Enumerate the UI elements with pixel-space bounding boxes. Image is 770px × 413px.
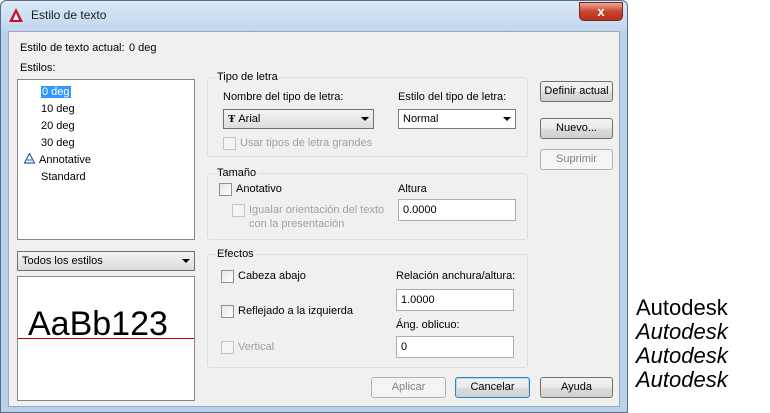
- vertical-label: Vertical: [238, 341, 275, 353]
- height-input[interactable]: 0.0000: [398, 199, 516, 221]
- dialog-body: Estilo de texto actual: 0 deg Estilos: 0…: [8, 31, 620, 407]
- current-style-label: Estilo de texto actual:: [20, 42, 125, 54]
- annotative-checkbox[interactable]: [219, 183, 232, 196]
- chevron-down-icon: [503, 117, 511, 121]
- backwards-checkbox[interactable]: [221, 305, 234, 318]
- font-name-value: Ŧ Arial: [228, 113, 261, 125]
- styles-filter-value: Todos los estilos: [22, 255, 103, 267]
- font-style-label: Estilo del tipo de letra:: [398, 91, 507, 103]
- annotative-label: Anotativo: [236, 183, 282, 195]
- font-name-dropdown[interactable]: Ŧ Arial: [223, 109, 374, 129]
- font-style-dropdown[interactable]: Normal: [398, 109, 516, 129]
- text-style-dialog: Estilo de texto x Estilo de texto actual…: [0, 0, 628, 413]
- width-factor-label: Relación anchura/altura:: [396, 270, 516, 282]
- oblique-angle-value: 0: [401, 341, 408, 353]
- height-label: Altura: [398, 183, 427, 195]
- style-item-20-deg[interactable]: 20 deg: [41, 118, 75, 134]
- font-style-value: Normal: [403, 113, 439, 125]
- style-item-0-deg[interactable]: 0 deg: [41, 84, 71, 100]
- set-current-button[interactable]: Definir actual: [540, 81, 613, 102]
- chevron-down-icon: [182, 259, 190, 263]
- style-item-annotative[interactable]: Annotative: [23, 152, 91, 168]
- font-samples: Autodesk Autodesk Autodesk Autodesk: [636, 296, 766, 392]
- apply-button[interactable]: Aplicar: [371, 377, 446, 398]
- sample-italic-2: Autodesk: [636, 343, 728, 368]
- height-value: 0.0000: [403, 204, 437, 216]
- font-group-title: Tipo de letra: [215, 71, 280, 83]
- window-title: Estilo de texto: [31, 8, 107, 22]
- sample-italic-1: Autodesk: [636, 319, 728, 344]
- style-item-standard[interactable]: Standard: [41, 169, 86, 185]
- match-orientation-checkbox[interactable]: [232, 204, 245, 217]
- annotative-icon: [23, 152, 36, 164]
- backwards-label: Reflejado a la izquierda: [238, 305, 353, 317]
- effects-group-title: Efectos: [215, 248, 256, 260]
- upside-down-label: Cabeza abajo: [238, 270, 306, 282]
- vertical-checkbox[interactable]: [221, 341, 234, 354]
- current-style-value: 0 deg: [129, 42, 157, 54]
- sample-italic-3: Autodesk: [636, 367, 728, 392]
- effects-group: Efectos Cabeza abajo Reflejado a la izqu…: [207, 248, 528, 368]
- styles-filter-dropdown[interactable]: Todos los estilos: [17, 251, 195, 271]
- font-group: Tipo de letra Nombre del tipo de letra: …: [207, 71, 528, 157]
- autocad-app-icon: [9, 8, 23, 22]
- cancel-button[interactable]: Cancelar: [455, 377, 530, 398]
- sample-regular: Autodesk: [636, 295, 728, 320]
- delete-button[interactable]: Suprimir: [540, 149, 613, 170]
- match-orientation-label-line2: con la presentación: [249, 218, 345, 230]
- new-button[interactable]: Nuevo...: [540, 118, 613, 139]
- help-button[interactable]: Ayuda: [540, 377, 613, 398]
- style-item-10-deg[interactable]: 10 deg: [41, 101, 75, 117]
- size-group-title: Tamaño: [215, 167, 259, 179]
- styles-label: Estilos:: [20, 62, 56, 74]
- styles-list[interactable]: 0 deg 10 deg 20 deg 30 deg Annotative St…: [17, 79, 195, 240]
- size-group: Tamaño Anotativo Igualar orientación del…: [207, 167, 528, 240]
- close-button[interactable]: x: [579, 2, 623, 21]
- title-bar[interactable]: Estilo de texto x: [1, 1, 627, 31]
- big-font-checkbox[interactable]: [223, 137, 236, 150]
- width-factor-value: 1.0000: [401, 294, 435, 306]
- chevron-down-icon: [361, 117, 369, 121]
- oblique-angle-input[interactable]: 0: [396, 336, 514, 358]
- style-item-30-deg[interactable]: 30 deg: [41, 135, 75, 151]
- match-orientation-label-line1: Igualar orientación del texto: [249, 204, 385, 216]
- upside-down-checkbox[interactable]: [221, 270, 234, 283]
- oblique-angle-label: Áng. oblicuo:: [396, 319, 460, 331]
- font-name-label: Nombre del tipo de letra:: [223, 91, 344, 103]
- style-preview: AaBb123: [17, 276, 195, 401]
- preview-baseline: [18, 338, 194, 339]
- truetype-icon: Ŧ: [228, 113, 236, 125]
- big-font-label: Usar tipos de letra grandes: [240, 137, 373, 149]
- width-factor-input[interactable]: 1.0000: [396, 289, 514, 311]
